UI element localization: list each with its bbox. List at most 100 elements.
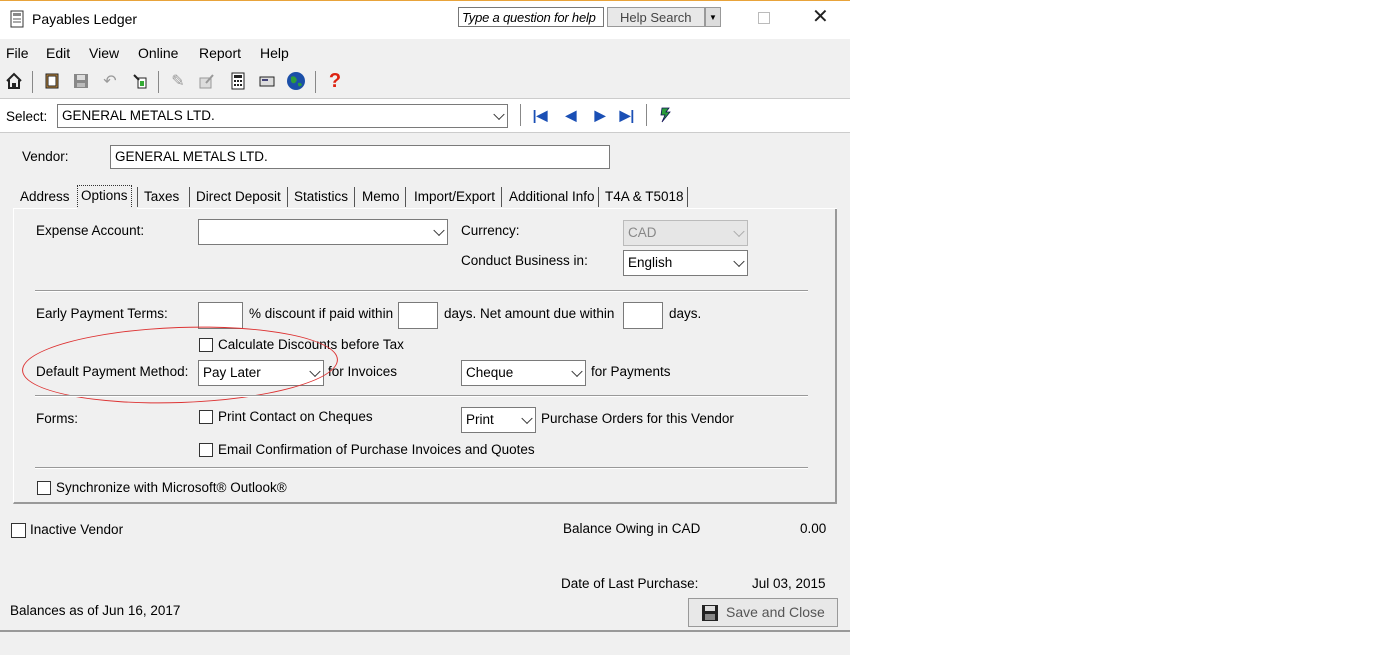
discount-days-input[interactable] <box>398 302 438 329</box>
window-title: Payables Ledger <box>32 11 138 27</box>
section-divider <box>35 290 808 292</box>
tab-import-export[interactable]: Import/Export <box>411 186 498 208</box>
nav-separator <box>520 104 521 126</box>
conduct-business-value: English <box>628 255 673 270</box>
for-payments-text: for Payments <box>591 364 671 379</box>
email-confirmation-checkbox[interactable] <box>199 443 213 457</box>
save-and-close-button[interactable]: Save and Close <box>688 598 838 627</box>
currency-combo[interactable]: CAD <box>623 220 748 246</box>
save-icon <box>702 605 718 621</box>
globe-icon[interactable] <box>285 70 307 92</box>
recycle-icon[interactable] <box>129 70 151 92</box>
menu-file[interactable]: File <box>6 45 29 61</box>
menu-bar <box>0 38 850 66</box>
home-icon[interactable] <box>3 70 25 92</box>
menu-edit[interactable]: Edit <box>46 45 70 61</box>
help-question-input[interactable]: Type a question for help <box>458 7 604 27</box>
save-and-close-label: Save and Close <box>726 604 825 620</box>
first-record-icon[interactable]: |◀ <box>531 106 549 124</box>
section-divider <box>35 395 808 397</box>
net-amount-text: days. Net amount due within <box>444 306 615 321</box>
sync-outlook-label: Synchronize with Microsoft® Outlook® <box>56 480 287 495</box>
tab-separator <box>598 187 599 207</box>
tab-options[interactable]: Options <box>77 185 132 207</box>
tab-separator <box>687 187 688 207</box>
chevron-down-icon <box>493 108 505 121</box>
last-record-icon[interactable]: ▶| <box>618 106 636 124</box>
sync-outlook-checkbox[interactable] <box>37 481 51 495</box>
print-contact-checkbox[interactable] <box>199 410 213 424</box>
ledger-app-icon <box>10 10 24 28</box>
print-contact-label: Print Contact on Cheques <box>218 409 373 424</box>
days-text: days. <box>669 306 702 321</box>
balances-as-of-text: Balances as of Jun 16, 2017 <box>10 603 181 618</box>
payment-method-value: Cheque <box>466 365 514 380</box>
email-confirmation-label: Email Confirmation of Purchase Invoices … <box>218 442 535 457</box>
expense-account-combo[interactable] <box>198 219 448 245</box>
payables-ledger-window: Payables Ledger Type a question for help… <box>0 0 850 655</box>
tab-direct-deposit[interactable]: Direct Deposit <box>193 186 284 208</box>
forms-label: Forms: <box>36 411 78 426</box>
close-button[interactable]: ✕ <box>812 6 829 28</box>
calculator-icon[interactable] <box>227 70 249 92</box>
undo-icon[interactable]: ↶ <box>99 70 121 92</box>
toolbar-separator <box>158 71 159 93</box>
purchase-orders-text: Purchase Orders for this Vendor <box>541 411 734 426</box>
early-payment-terms-label: Early Payment Terms: <box>36 306 168 321</box>
select-vendor-combo[interactable]: GENERAL METALS LTD. <box>57 104 508 128</box>
currency-value: CAD <box>628 225 657 240</box>
purchase-order-mode-value: Print <box>466 412 494 427</box>
menu-report[interactable]: Report <box>199 45 241 61</box>
tab-taxes[interactable]: Taxes <box>141 186 182 208</box>
pencil-icon[interactable]: ✎ <box>167 70 189 92</box>
chevron-down-icon <box>733 255 745 268</box>
payment-method-combo[interactable]: Cheque <box>461 360 586 386</box>
email-icon[interactable] <box>256 70 278 92</box>
refresh-icon[interactable] <box>657 106 675 124</box>
tab-memo[interactable]: Memo <box>359 186 403 208</box>
help-search-button[interactable]: Help Search <box>607 7 705 27</box>
last-purchase-label: Date of Last Purchase: <box>561 576 699 591</box>
menu-view[interactable]: View <box>89 45 119 61</box>
tab-separator <box>501 187 502 207</box>
edit-doc-icon[interactable] <box>196 70 218 92</box>
chevron-down-icon <box>433 224 445 237</box>
tab-t4a-t5018[interactable]: T4A & T5018 <box>602 186 687 208</box>
balance-owing-value: 0.00 <box>800 521 827 536</box>
chevron-down-icon <box>521 412 533 425</box>
help-icon[interactable]: ? <box>324 70 346 92</box>
bottom-divider <box>0 630 850 632</box>
chevron-down-icon <box>733 225 745 238</box>
help-dropdown-button[interactable]: ▼ <box>705 7 721 27</box>
tab-separator <box>405 187 406 207</box>
purchase-order-mode-combo[interactable]: Print <box>461 407 536 433</box>
menu-online[interactable]: Online <box>138 45 178 61</box>
discount-percent-input[interactable] <box>198 302 243 329</box>
conduct-business-label: Conduct Business in: <box>461 253 588 268</box>
save-icon[interactable] <box>70 70 92 92</box>
expense-account-label: Expense Account: <box>36 223 145 238</box>
select-vendor-value: GENERAL METALS LTD. <box>62 108 215 123</box>
tab-address[interactable]: Address <box>17 186 73 208</box>
panel-top-edge <box>13 208 77 209</box>
tab-separator <box>189 187 190 207</box>
section-divider <box>35 467 808 469</box>
tab-additional-info[interactable]: Additional Info <box>506 186 598 208</box>
inactive-vendor-checkbox[interactable] <box>11 523 26 538</box>
next-record-icon[interactable]: ▶ <box>591 106 609 124</box>
panel-top-edge <box>137 208 837 209</box>
vendor-name-input[interactable]: GENERAL METALS LTD. <box>110 145 610 169</box>
previous-record-icon[interactable]: ◀ <box>562 106 580 124</box>
net-days-input[interactable] <box>623 302 663 329</box>
tab-separator <box>287 187 288 207</box>
toolbar <box>0 66 850 99</box>
balance-owing-label: Balance Owing in CAD <box>563 521 701 536</box>
conduct-business-combo[interactable]: English <box>623 250 748 276</box>
open-book-icon[interactable] <box>41 70 63 92</box>
for-invoices-text: for Invoices <box>328 364 398 379</box>
tab-statistics[interactable]: Statistics <box>291 186 351 208</box>
maximize-button[interactable] <box>758 12 770 24</box>
menu-help[interactable]: Help <box>260 45 289 61</box>
currency-label: Currency: <box>461 223 520 238</box>
discount-text: % discount if paid within <box>249 306 394 321</box>
